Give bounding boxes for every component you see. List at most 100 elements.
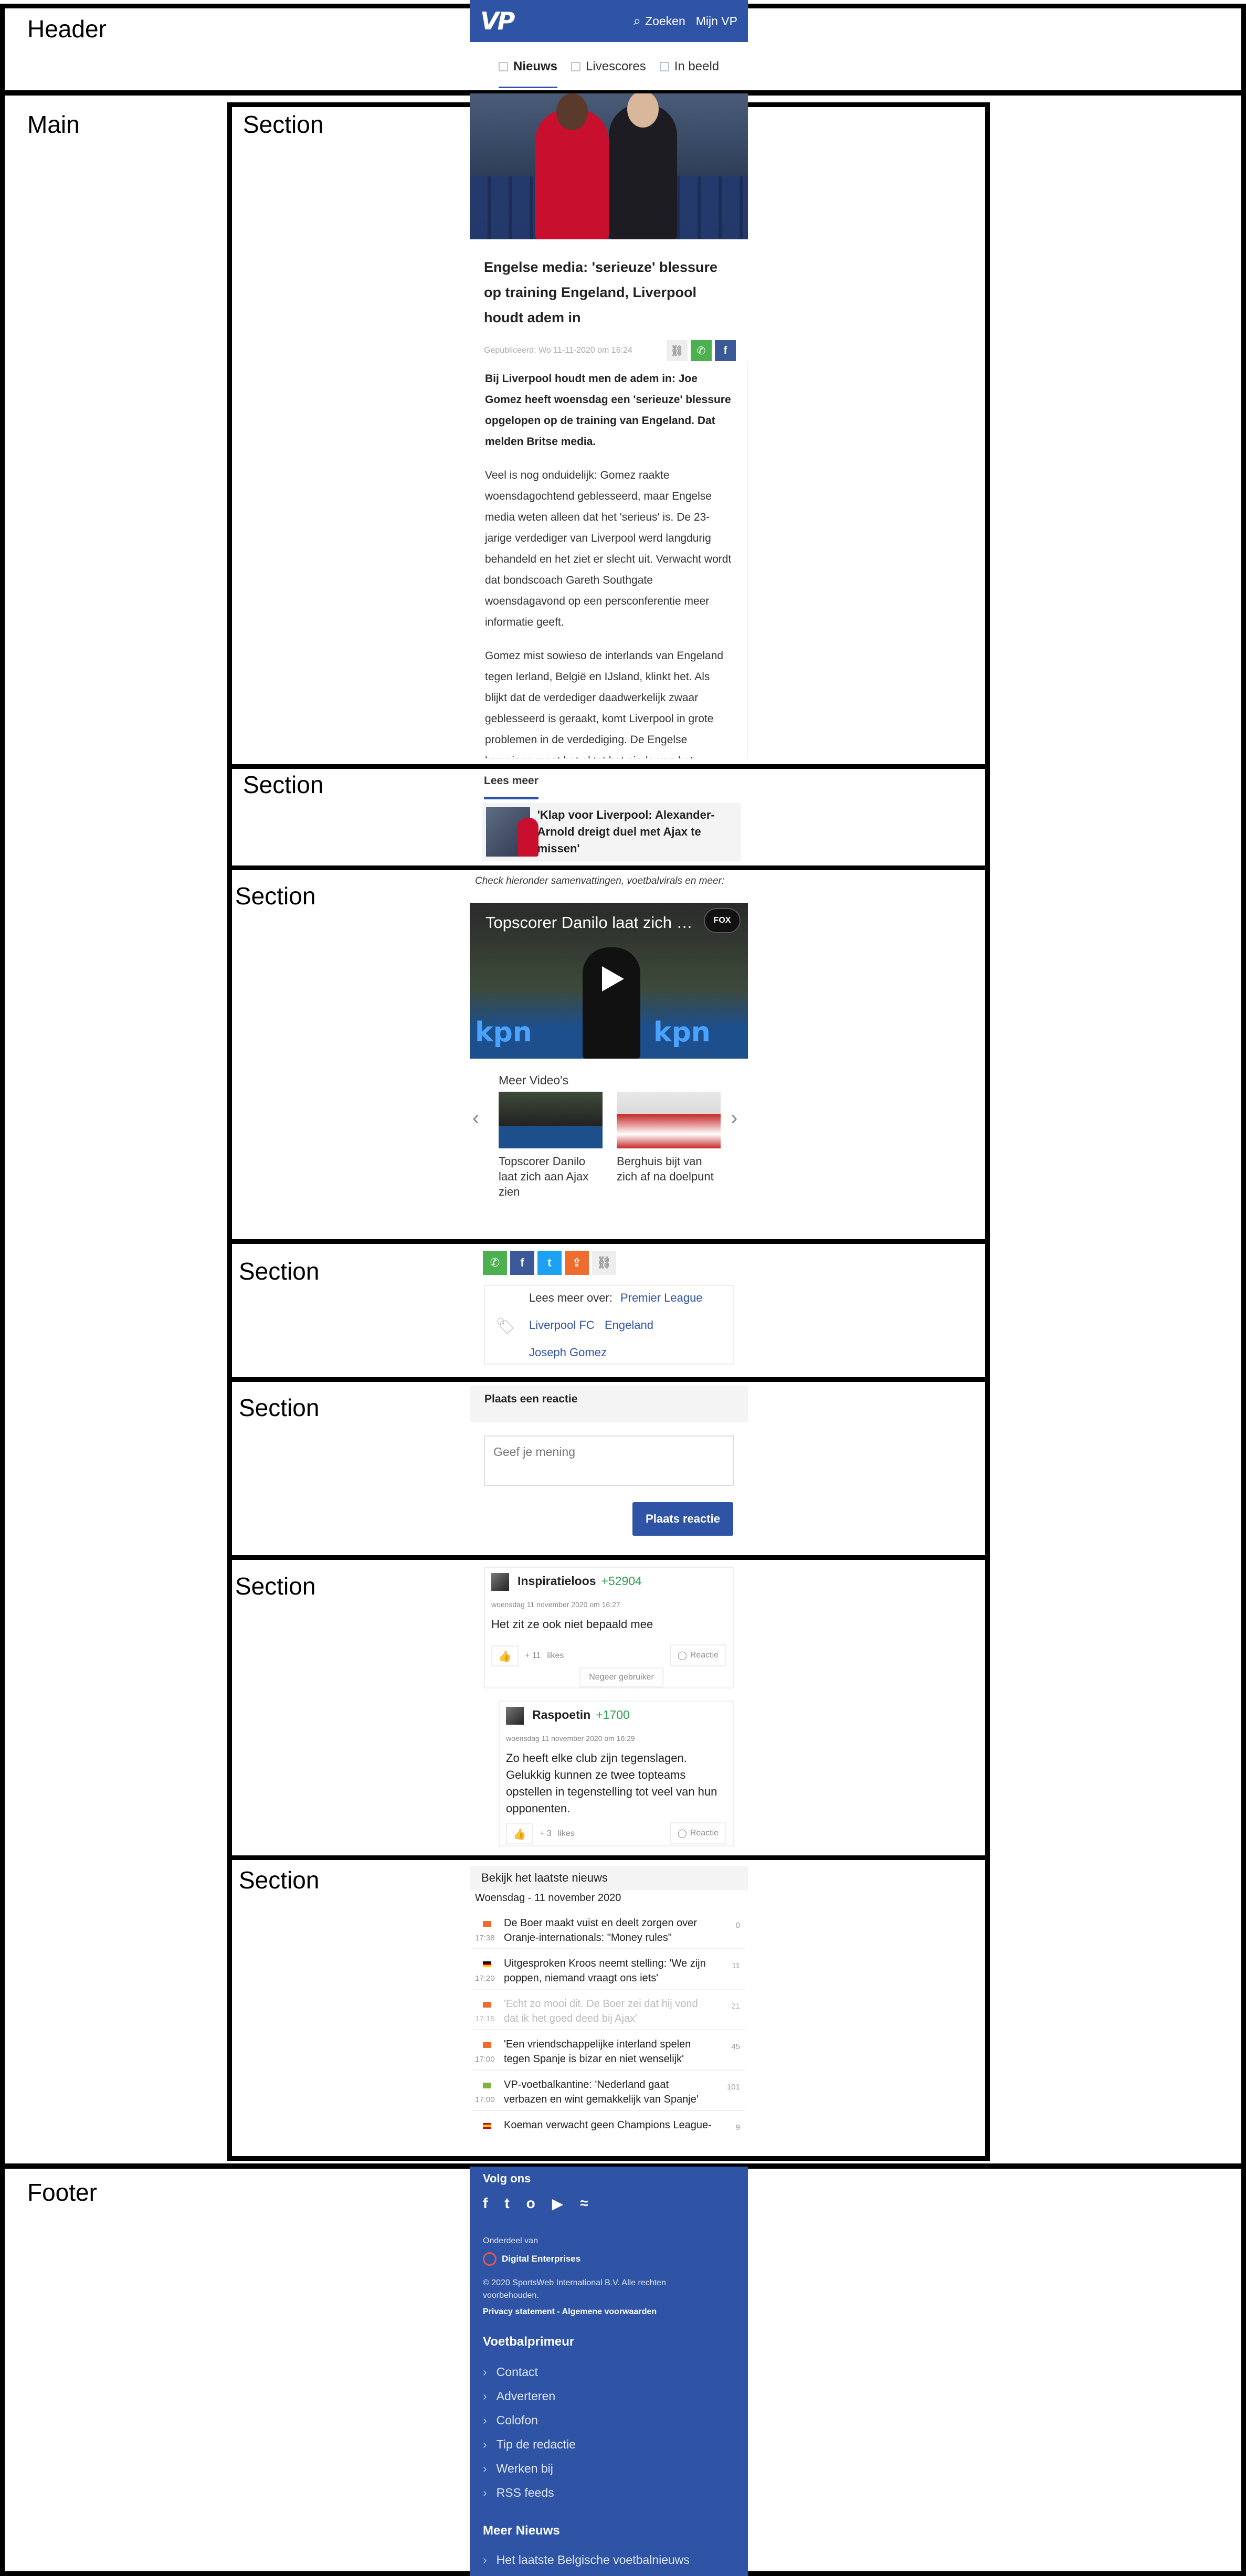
news-item[interactable]: 17:00 'Een vriendschappelijke interland …: [472, 2032, 745, 2071]
instagram-icon[interactable]: o: [526, 2195, 535, 2212]
chevron-left-icon[interactable]: ‹: [472, 1106, 479, 1130]
vp-logo[interactable]: VP: [480, 7, 515, 35]
chevron-right-icon[interactable]: ›: [731, 1106, 737, 1130]
news-item[interactable]: 17:15 'Echt zo mooi dit. De Boer zei dat…: [472, 1991, 745, 2030]
video-item-title: Berghuis bijt van zich af na doelpunt: [617, 1155, 714, 1183]
copyright: © 2020 SportsWeb International B.V. Alle…: [483, 2278, 666, 2300]
share-buttons: ✆ f t ⇪ ⛓: [483, 1251, 616, 1275]
ignore-user-button[interactable]: Negeer gebruiker: [579, 1667, 663, 1687]
search-button[interactable]: ⌕ Zoeken: [633, 13, 685, 29]
comment-count: 9: [735, 2123, 740, 2132]
header-region-label: Header: [27, 15, 107, 43]
footer-link-rss[interactable]: › RSS feeds: [483, 2486, 554, 2500]
footer-region-label: Footer: [27, 2179, 97, 2206]
reply-label: Reactie: [690, 1651, 719, 1660]
video-item-title: Topscorer Danilo laat zich aan Ajax zien: [499, 1155, 589, 1198]
footer-link-tip[interactable]: › Tip de redactie: [483, 2437, 576, 2452]
facebook-icon[interactable]: f: [510, 1251, 534, 1275]
news-icon: [499, 61, 508, 71]
news-headline: 'Een vriendschappelijke interland spelen…: [504, 2039, 691, 2065]
post-reaction-button[interactable]: Plaats reactie: [632, 1502, 733, 1536]
share-mini: ⛓ ✆ f: [667, 340, 736, 361]
comment-author-score: +1700: [596, 1708, 630, 1722]
whatsapp-icon[interactable]: ✆: [483, 1251, 507, 1275]
related-article-thumbnail: [486, 807, 538, 857]
tab-livescores[interactable]: Livescores: [571, 46, 646, 88]
related-article-card[interactable]: 'Klap voor Liverpool: Alexander-Arnold d…: [482, 803, 741, 861]
reply-button[interactable]: ◯ Reactie: [670, 1644, 726, 1666]
comment-count: 11: [732, 1961, 740, 1970]
speech-bubble-icon: ◯: [677, 1651, 687, 1660]
part-of-label: Onderdeel van: [483, 2236, 538, 2245]
sponsor-board: kpn: [475, 1017, 532, 1048]
article-hero-image: [470, 93, 748, 239]
news-item[interactable]: Koeman verwacht geen Champions League- 9: [472, 2113, 745, 2134]
twitter-icon[interactable]: t: [504, 2195, 509, 2212]
whatsapp-icon[interactable]: ✆: [691, 340, 712, 361]
tab-in-beeld[interactable]: In beeld: [659, 46, 719, 88]
comment-count: 21: [731, 2002, 740, 2011]
livescores-icon: [571, 61, 581, 71]
more-video-item[interactable]: Topscorer Danilo laat zich aan Ajax zien: [499, 1092, 603, 1199]
chevron-right-icon: ›: [483, 2486, 487, 2499]
thumbs-up-icon[interactable]: 👍: [491, 1645, 519, 1666]
link-icon[interactable]: ⛓: [667, 340, 688, 361]
section-region-label: Section: [243, 771, 324, 798]
reaction-input[interactable]: [484, 1435, 734, 1486]
comment-date: woensdag 11 november 2020 om 16:29: [506, 1734, 635, 1743]
tag-link[interactable]: Liverpool FC: [529, 1318, 595, 1332]
comment: Inspiratieloos +52904 woensdag 11 novembe…: [484, 1567, 734, 1688]
account-link[interactable]: Mijn VP: [696, 14, 737, 28]
tag-link[interactable]: Engeland: [605, 1318, 653, 1332]
link-icon[interactable]: ⛓: [592, 1251, 616, 1275]
player-figure: [535, 93, 609, 239]
section-region-label: Section: [239, 1866, 320, 1894]
tag-link[interactable]: Premier League: [620, 1291, 703, 1305]
company-logo[interactable]: Digital Enterprises: [483, 2252, 580, 2266]
article-body: Bij Liverpool houdt men de adem in: Joe …: [470, 362, 748, 758]
footer-link-contact[interactable]: › Contact: [483, 2365, 538, 2379]
news-headline: Uitgesproken Kroos neemt stelling: 'We z…: [504, 1958, 706, 1984]
spain-flag-icon: [483, 2123, 491, 2129]
more-video-item[interactable]: Berghuis bijt van zich af na doelpunt: [617, 1092, 721, 1184]
comment-date: woensdag 11 november 2020 om 16:27: [491, 1600, 620, 1609]
share-icon[interactable]: ⇪: [565, 1251, 589, 1275]
like-count: + 11: [525, 1651, 541, 1660]
youtube-icon[interactable]: ▶: [552, 2195, 564, 2212]
tab-label: Nieuws: [513, 59, 558, 73]
reply-button[interactable]: ◯ Reactie: [670, 1822, 726, 1844]
footer-link-werken-bij[interactable]: › Werken bij: [483, 2462, 553, 2476]
news-item[interactable]: 17:38 De Boer maakt vuist en deelt zorge…: [472, 1910, 745, 1949]
facebook-icon[interactable]: f: [483, 2195, 488, 2212]
news-item[interactable]: 17:20 Uitgesproken Kroos neemt stelling:…: [472, 1951, 745, 1990]
search-icon: ⌕: [633, 13, 641, 28]
thumbs-up-icon[interactable]: 👍: [506, 1823, 533, 1844]
footer-link-belgian-news[interactable]: › Het laatste Belgische voetbalnieuws: [483, 2553, 690, 2567]
news-item[interactable]: 17:00 VP-voetbalkantine: 'Nederland gaat…: [472, 2072, 745, 2111]
twitter-icon[interactable]: t: [537, 1251, 562, 1275]
news-time: 17:38: [475, 1934, 495, 1942]
tab-label: Livescores: [586, 59, 646, 73]
article-meta: Gepubliceerd: Wo 11-11-2020 om 16:24 ⛓ ✆…: [484, 340, 736, 361]
footer-link-adverteren[interactable]: › Adverteren: [483, 2389, 555, 2403]
avatar[interactable]: [491, 1573, 509, 1591]
footer-link-colofon[interactable]: › Colofon: [483, 2413, 538, 2427]
comment-author[interactable]: Raspoetin +1700: [532, 1708, 630, 1722]
news-headline: De Boer maakt vuist en deelt zorgen over…: [504, 1917, 697, 1944]
news-time: 17:15: [475, 2014, 495, 2023]
tab-nieuws[interactable]: Nieuws: [499, 46, 558, 88]
facebook-icon[interactable]: f: [715, 340, 736, 361]
avatar[interactable]: [506, 1707, 524, 1725]
section-region-label: Section: [243, 111, 324, 138]
comment-author[interactable]: Inspiratieloos +52904: [518, 1574, 642, 1588]
play-icon[interactable]: [596, 963, 627, 995]
video-player[interactable]: kpn kpn Topscorer Danilo laat zich aan A…: [470, 903, 748, 1059]
comment-count: 0: [735, 1921, 740, 1930]
lees-meer-title: Lees meer: [484, 775, 538, 787]
rss-icon[interactable]: ≈: [580, 2195, 588, 2212]
article-paragraph: Veel is nog onduidelijk: Gomez raakte wo…: [485, 469, 732, 628]
tag-link[interactable]: Joseph Gomez: [529, 1346, 607, 1359]
legal-links[interactable]: Privacy statement - Algemene voorwaarden: [483, 2307, 657, 2317]
article-date: Gepubliceerd: Wo 11-11-2020 om 16:24: [484, 346, 632, 355]
top-bar: VP ⌕ Zoeken Mijn VP: [470, 0, 748, 42]
